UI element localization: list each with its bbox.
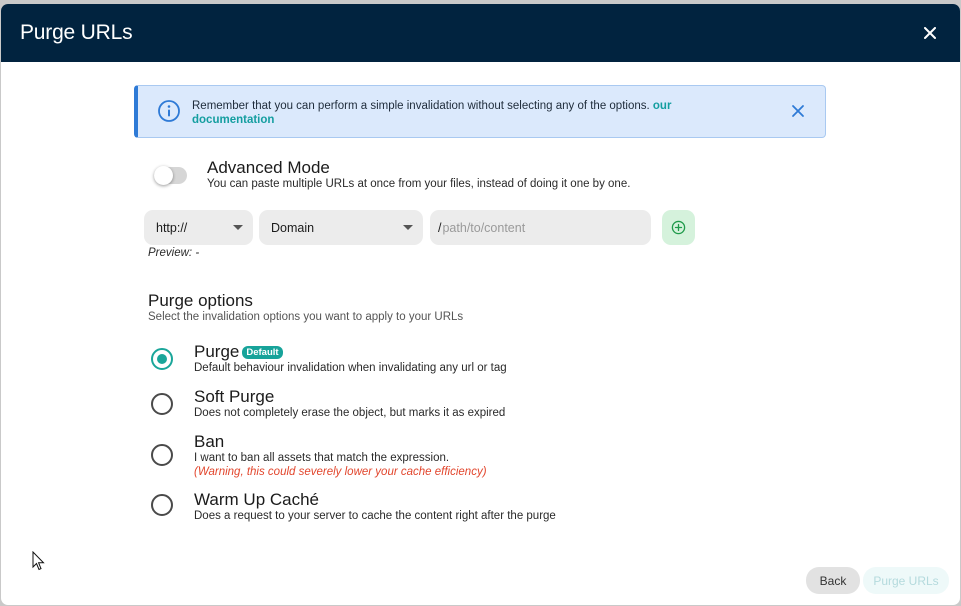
option-ban-description: I want to ban all assets that match the …: [194, 452, 450, 464]
domain-select[interactable]: Domain: [259, 210, 423, 245]
protocol-select[interactable]: http://: [144, 210, 253, 245]
radio-soft-purge[interactable]: [151, 393, 173, 415]
advanced-mode-toggle[interactable]: [154, 166, 187, 185]
option-warm-up[interactable]: Warm Up Caché Does a request to your ser…: [151, 490, 751, 529]
option-title: Purge Default: [194, 342, 283, 362]
option-purge-description: Default behaviour invalidation when inva…: [194, 362, 507, 374]
path-prefix: /: [438, 220, 442, 235]
alert-close-icon[interactable]: [788, 101, 808, 121]
option-ban[interactable]: Ban I want to ban all assets that match …: [151, 432, 751, 482]
modal-header: Purge URLs: [1, 4, 960, 62]
back-button[interactable]: Back: [806, 567, 860, 594]
advanced-mode-description: You can paste multiple URLs at once from…: [207, 178, 631, 190]
plus-circle-icon: [671, 220, 686, 235]
path-field: /: [430, 210, 651, 245]
chevron-down-icon: [403, 225, 413, 230]
advanced-mode-title: Advanced Mode: [207, 158, 330, 177]
chevron-down-icon: [233, 225, 243, 230]
option-soft-purge-title: Soft Purge: [194, 387, 275, 406]
path-input[interactable]: [442, 220, 638, 235]
close-button[interactable]: [919, 22, 941, 44]
radio-warm-up[interactable]: [151, 494, 173, 516]
modal-title: Purge URLs: [20, 21, 133, 44]
option-soft-purge-description: Does not completely erase the object, bu…: [194, 407, 506, 419]
close-icon: [924, 27, 936, 39]
option-soft-purge[interactable]: Soft Purge Does not completely erase the…: [151, 387, 751, 425]
mouse-cursor-icon: [32, 551, 45, 571]
option-purge-title: Purge: [194, 342, 240, 361]
info-icon: [158, 100, 180, 122]
option-ban-title: Ban: [194, 432, 225, 451]
alert-message: Remember that you can perform a simple i…: [192, 99, 702, 127]
option-warm-up-description: Does a request to your server to cache t…: [194, 510, 556, 522]
option-warm-up-title: Warm Up Caché: [194, 490, 320, 509]
protocol-value: http://: [156, 220, 188, 235]
toggle-knob: [154, 166, 173, 185]
add-url-button[interactable]: [662, 210, 695, 245]
default-badge: Default: [242, 346, 283, 359]
purge-options-description: Select the invalidation options you want…: [148, 311, 464, 323]
radio-purge[interactable]: [151, 348, 173, 370]
option-ban-warning: (Warning, this could severely lower your…: [194, 466, 487, 478]
preview-value: -: [195, 247, 200, 259]
purge-urls-button[interactable]: Purge URLs: [863, 567, 949, 594]
radio-ban[interactable]: [151, 444, 173, 466]
url-preview: Preview: -: [148, 247, 199, 259]
purge-options-title: Purge options: [148, 291, 253, 310]
purge-urls-modal: Purge URLs Remember that you can perform…: [1, 4, 960, 605]
info-alert: Remember that you can perform a simple i…: [134, 85, 826, 138]
domain-value: Domain: [271, 220, 315, 235]
option-purge[interactable]: Purge Default Default behaviour invalidat…: [151, 342, 751, 380]
alert-text: Remember that you can perform a simple i…: [192, 100, 650, 112]
preview-label: Preview:: [148, 247, 193, 259]
